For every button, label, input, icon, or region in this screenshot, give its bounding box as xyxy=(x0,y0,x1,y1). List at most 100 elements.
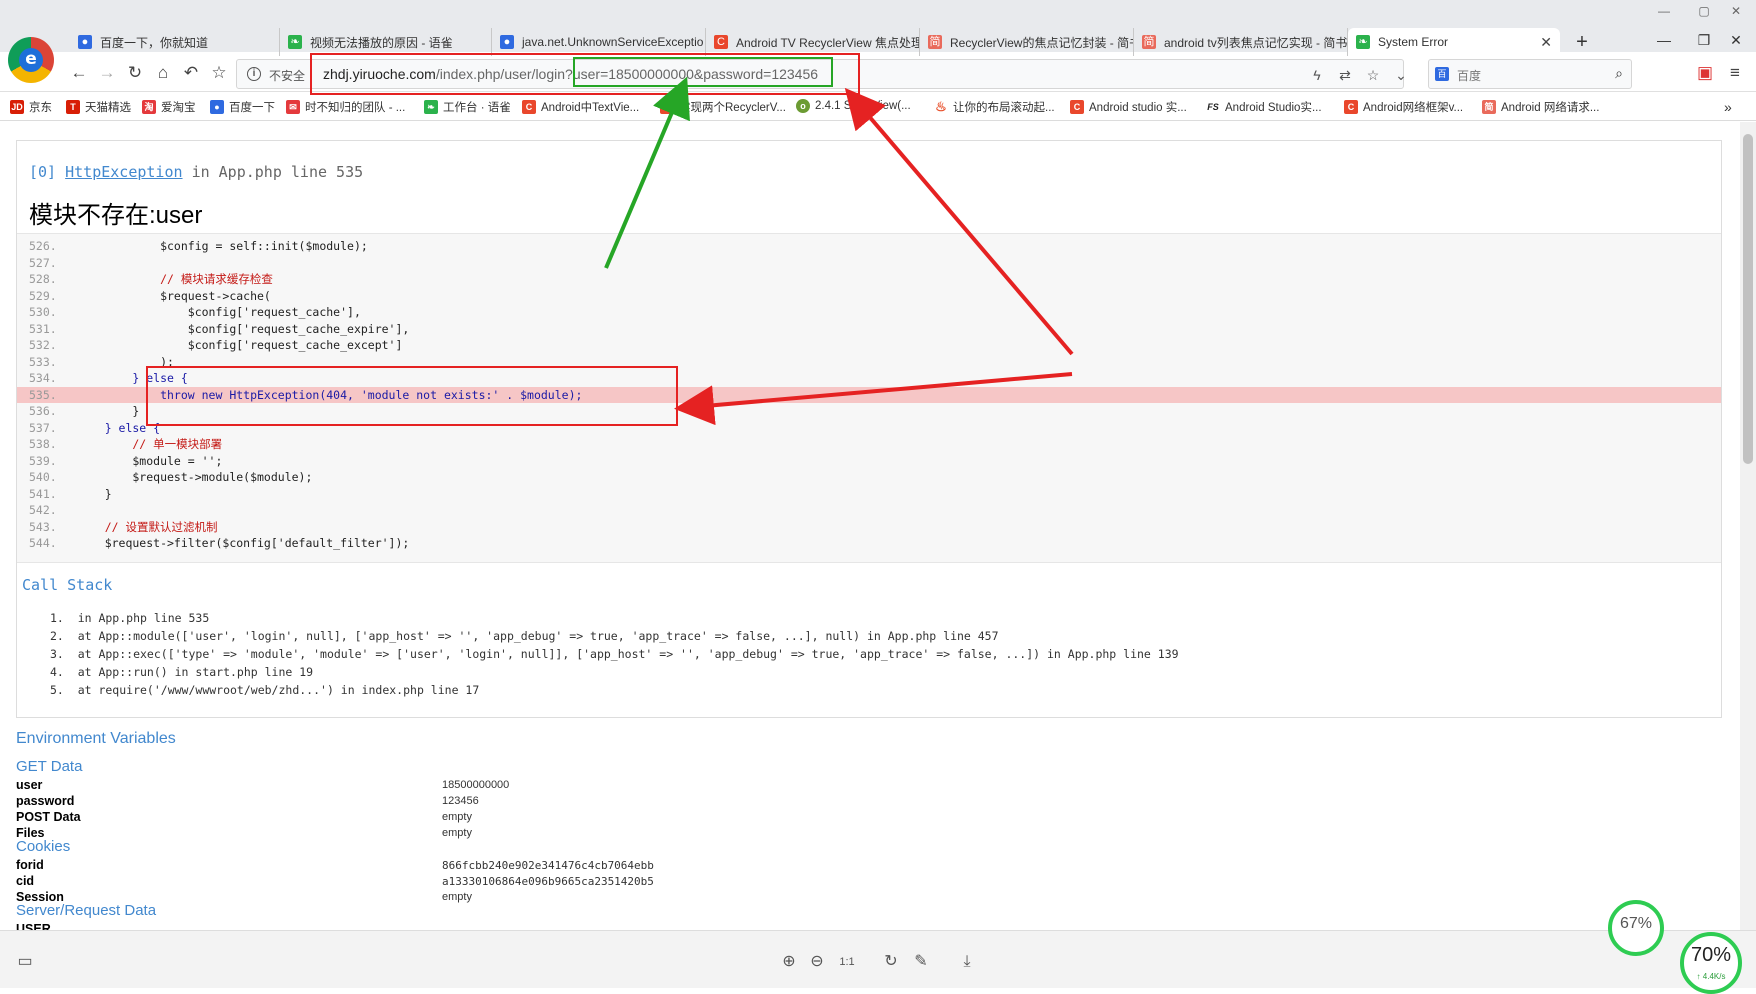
bookmark-network-framework[interactable]: C Android网络框架v... xyxy=(1344,99,1463,115)
call-stack-item: 2. at App::module(['user', 'login', null… xyxy=(50,629,999,643)
env-value: empty xyxy=(442,827,472,839)
browser-logo[interactable]: e xyxy=(8,37,54,83)
annotation-code-box xyxy=(146,366,678,426)
minimize-icon[interactable]: — xyxy=(1650,32,1678,52)
environment-title: Environment Variables xyxy=(16,730,176,747)
annotation-query-box xyxy=(573,57,833,87)
code-line: 532. $config['request_cache_except'] xyxy=(29,338,403,352)
tab-system-error[interactable]: ❧ System Error ✕ xyxy=(1348,28,1560,56)
code-line: 538. // 单一模块部署 xyxy=(29,437,223,451)
maximize-icon[interactable]: ▢ xyxy=(1690,4,1718,22)
more-bookmarks-icon[interactable]: » xyxy=(1724,99,1732,115)
reload-icon[interactable]: ↻ xyxy=(122,60,148,86)
code-line: 540. $request->module($module); xyxy=(29,470,313,484)
menu-icon[interactable]: ≡ xyxy=(1722,60,1748,86)
bookmark-label: 天猫精选 xyxy=(85,102,131,114)
env-key: POST Data xyxy=(16,810,81,824)
tab-yuque-video[interactable]: ❧ 视频无法播放的原因 - 语雀 xyxy=(280,28,492,56)
tab-strip: — ▢ ✕ ● 百度一下，你就知道 ❧ 视频无法播放的原因 - 语雀 ● jav… xyxy=(0,0,1756,56)
rotate-icon[interactable]: ↻ xyxy=(880,951,902,973)
jian-icon: 简 xyxy=(928,35,942,49)
back-icon[interactable]: ← xyxy=(66,60,92,86)
zoom-in-icon[interactable]: ⊕ xyxy=(778,951,800,973)
leaf-icon: ❧ xyxy=(1356,35,1370,49)
info-icon[interactable]: i xyxy=(247,67,261,81)
code-line: 529. $request->cache( xyxy=(29,288,271,303)
tab-baidu[interactable]: ● 百度一下，你就知道 xyxy=(70,28,280,56)
network-speed-gauge[interactable]: 70% ↑ 4.4K/s xyxy=(1680,932,1742,994)
bookmark-yuque[interactable]: ❧ 工作台 · 语雀 xyxy=(424,99,511,115)
fs-icon: FS xyxy=(1206,100,1220,114)
bookmark-jd[interactable]: JD 京东 xyxy=(10,99,52,115)
bookmark-label: Android中TextVie... xyxy=(541,102,640,114)
chevron-down-icon[interactable]: ⌄ xyxy=(1391,65,1411,85)
taobao-icon: 淘 xyxy=(142,100,156,114)
bookmark-tmall[interactable]: T 天猫精选 xyxy=(66,99,131,115)
call-stack-item: 4. at App::run() in start.php line 19 xyxy=(50,665,314,679)
actual-size-icon[interactable]: 1:1 xyxy=(836,951,858,973)
edit-icon[interactable]: ✎ xyxy=(910,951,932,973)
bookmark-android-studio-2[interactable]: FS Android Studio实... xyxy=(1206,99,1322,115)
bookmark-scrollview[interactable]: o 2.4.1 ScrollView(... xyxy=(796,99,911,113)
speed-gauge-back: 67% xyxy=(1608,900,1664,956)
search-input[interactable]: 百度 xyxy=(1457,67,1481,84)
home-icon[interactable]: ⌂ xyxy=(150,60,176,86)
search-icon[interactable]: ⌕ xyxy=(1615,65,1623,82)
jd-icon: JD xyxy=(10,100,24,114)
bookmark-scroll-layout[interactable]: ♨ 让你的布局滚动起... xyxy=(934,99,1055,115)
bookmark-android-studio[interactable]: C Android studio 实... xyxy=(1070,99,1187,115)
code-line: 528. // 模块请求缓存检查 xyxy=(29,272,273,286)
bookmark-label: 百度一下 xyxy=(229,102,275,114)
tab-android-tv[interactable]: C Android TV RecyclerView 焦点处理 xyxy=(706,28,920,56)
close-tab-icon[interactable]: ✕ xyxy=(1540,34,1552,51)
undo-close-icon[interactable]: ↶ xyxy=(178,60,204,86)
tab-title: 百度一下，你就知道 xyxy=(100,35,209,50)
call-stack-item: 5. at require('/www/wwwroot/web/zhd...')… xyxy=(50,683,480,697)
star-icon[interactable]: ☆ xyxy=(206,60,232,86)
tab-recyclerview-focus[interactable]: 简 RecyclerView的焦点记忆封装 - 简书 xyxy=(920,28,1134,56)
paw-icon: ● xyxy=(78,35,92,49)
tab-title: System Error xyxy=(1378,35,1449,49)
bookmark-baidu[interactable]: ● 百度一下 xyxy=(210,99,275,115)
code-line: 526. $config = self::init($module); xyxy=(29,239,368,253)
bookmark-star-icon[interactable]: ☆ xyxy=(1363,65,1383,85)
bookmark-recyclerview[interactable]: C 实现两个RecyclerV... xyxy=(660,99,786,115)
call-stack-title: Call Stack xyxy=(22,576,113,594)
exception-class-link[interactable]: HttpException xyxy=(65,163,182,181)
scrollbar[interactable] xyxy=(1740,122,1756,930)
paw-icon: ● xyxy=(500,35,514,49)
translate-icon[interactable]: ⇄ xyxy=(1335,65,1355,85)
gauge-speed: ↑ 4.4K/s xyxy=(1696,972,1726,981)
scrollbar-thumb[interactable] xyxy=(1743,134,1753,464)
close-window-icon[interactable]: ✕ xyxy=(1722,32,1750,52)
bookmark-aitaobao[interactable]: 淘爱淘宝 xyxy=(142,99,196,115)
tab-android-tv-list[interactable]: 简 android tv列表焦点记忆实现 - 简书 xyxy=(1134,28,1348,56)
env-value: a13330106864e096b9665ca2351420b5 xyxy=(442,875,654,888)
download-icon[interactable]: ⤓ xyxy=(956,951,978,973)
bookmark-label: 2.4.1 ScrollView(... xyxy=(815,100,911,112)
c-icon: C xyxy=(1344,100,1358,114)
jian-icon: 简 xyxy=(1482,100,1496,114)
close-window-icon[interactable]: ✕ xyxy=(1722,4,1750,22)
server-request-title: Server/Request Data xyxy=(16,902,157,919)
bookmark-label: Android网络框架v... xyxy=(1363,102,1464,114)
bookmark-mail[interactable]: ✉ 时不知归的团队 - ... xyxy=(286,99,405,115)
restore-icon[interactable]: ❐ xyxy=(1690,32,1718,52)
c-icon: C xyxy=(522,100,536,114)
call-stack-item: 1. in App.php line 535 xyxy=(50,611,210,625)
new-tab-button[interactable]: + xyxy=(1568,28,1596,56)
bookmark-label: 让你的布局滚动起... xyxy=(953,102,1055,114)
exception-header: [0] HttpException in App.php line 535 xyxy=(29,163,363,181)
lightning-icon[interactable]: ϟ xyxy=(1307,65,1327,85)
paw-icon: ● xyxy=(210,100,224,114)
flame-icon: ♨ xyxy=(934,99,948,114)
forward-icon[interactable]: → xyxy=(94,60,120,86)
pdf-icon[interactable]: ▣ xyxy=(1692,60,1718,86)
bookmark-textview[interactable]: C Android中TextVie... xyxy=(522,99,639,115)
minimize-icon[interactable]: — xyxy=(1650,4,1678,22)
sidebar-toggle-icon[interactable]: ▭ xyxy=(14,951,36,973)
tab-java-exception[interactable]: ● java.net.UnknownServiceExceptio xyxy=(492,28,706,56)
bookmark-network-request[interactable]: 简 Android 网络请求... xyxy=(1482,99,1599,115)
search-box[interactable]: 百 百度 ⌕ xyxy=(1428,59,1632,89)
zoom-out-icon[interactable]: ⊖ xyxy=(806,951,828,973)
